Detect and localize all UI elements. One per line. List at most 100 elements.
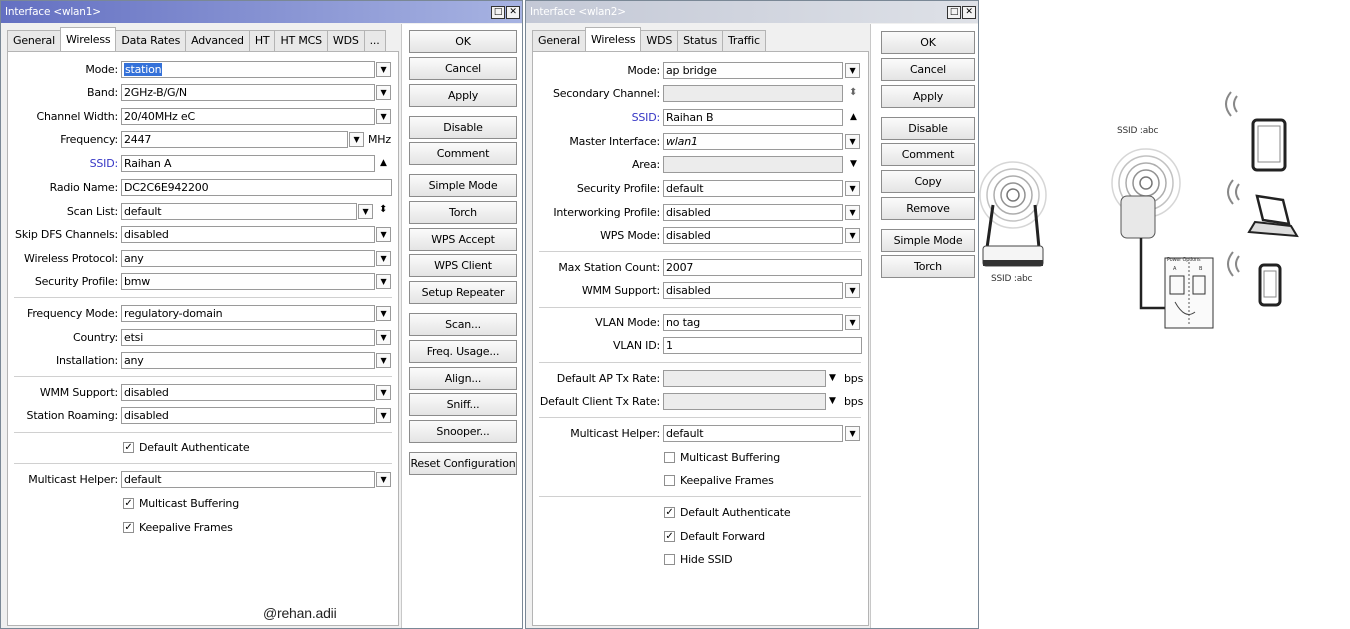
simple-mode-button[interactable]: Simple Mode (881, 229, 975, 252)
dropdown-icon[interactable]: ▼ (845, 426, 860, 441)
tab-wireless[interactable]: Wireless (584, 27, 642, 51)
tab-wireless[interactable]: Wireless (59, 27, 117, 51)
dropdown-icon[interactable]: ▼ (376, 274, 391, 289)
multicast-buffering-checkbox[interactable]: ✓ Multicast Buffering (123, 495, 239, 512)
channel-width-select[interactable]: 20/40MHz eC (121, 108, 375, 125)
default-authenticate-checkbox[interactable]: ✓ Default Authenticate (664, 504, 791, 521)
scan-list-select[interactable]: default (121, 203, 357, 220)
align-button[interactable]: Align... (409, 367, 517, 390)
dropdown-icon[interactable]: ▼ (376, 251, 391, 266)
disable-button[interactable]: Disable (881, 117, 975, 140)
tab-advanced[interactable]: Advanced (185, 30, 250, 52)
keepalive-frames-checkbox[interactable]: Keepalive Frames (664, 472, 774, 489)
master-interface-select[interactable]: wlan1 (663, 133, 843, 150)
dropdown-icon[interactable]: ▼ (376, 353, 391, 368)
torch-button[interactable]: Torch (409, 201, 517, 224)
sniff-button[interactable]: Sniff... (409, 393, 517, 416)
dropdown-icon[interactable]: ▼ (845, 181, 860, 196)
vlan-mode-select[interactable]: no tag (663, 314, 843, 331)
apply-button[interactable]: Apply (409, 84, 517, 107)
tab-traffic[interactable]: Traffic (721, 30, 766, 52)
tab-data-rates[interactable]: Data Rates (115, 30, 187, 52)
torch-button[interactable]: Torch (881, 255, 975, 278)
dropdown-icon[interactable]: ▼ (376, 385, 391, 400)
dropdown-icon[interactable]: ▼ (845, 228, 860, 243)
cancel-button[interactable]: Cancel (881, 58, 975, 81)
setup-repeater-button[interactable]: Setup Repeater (409, 281, 517, 304)
vlan-id-input[interactable]: 1 (663, 337, 862, 354)
ssid-input[interactable]: Raihan A (121, 155, 375, 172)
radio-name-input[interactable]: DC2C6E942200 (121, 179, 392, 196)
dropdown-icon[interactable]: ▼ (845, 63, 860, 78)
multicast-buffering-checkbox[interactable]: Multicast Buffering (664, 449, 780, 466)
maximize-icon[interactable]: □ (491, 5, 505, 19)
close-icon[interactable]: ✕ (962, 5, 976, 19)
dropdown-icon[interactable]: ▼ (349, 132, 364, 147)
ok-button[interactable]: OK (409, 30, 517, 53)
reset-configuration-button[interactable]: Reset Configuration (409, 452, 517, 475)
dropdown-icon[interactable]: ▼ (845, 205, 860, 220)
up-down-icon[interactable]: ⬍ (379, 202, 387, 217)
country-select[interactable]: etsi (121, 329, 375, 346)
tab-general[interactable]: General (7, 30, 61, 52)
dropdown-icon[interactable]: ▼ (845, 134, 860, 149)
maximize-icon[interactable]: □ (947, 5, 961, 19)
station-roaming-select[interactable]: disabled (121, 407, 375, 424)
skip-dfs-select[interactable]: disabled (121, 226, 375, 243)
band-select[interactable]: 2GHz-B/G/N (121, 84, 375, 101)
multicast-helper-select[interactable]: default (121, 471, 375, 488)
simple-mode-button[interactable]: Simple Mode (409, 174, 517, 197)
dropdown-icon[interactable]: ▼ (376, 227, 391, 242)
dropdown-icon[interactable]: ▼ (376, 408, 391, 423)
ssid-input[interactable]: Raihan B (663, 109, 843, 126)
dropdown-icon[interactable]: ▼ (358, 204, 373, 219)
secondary-channel-select[interactable] (663, 85, 843, 102)
default-client-tx-rate-input[interactable] (663, 393, 826, 410)
snooper-button[interactable]: Snooper... (409, 420, 517, 443)
tab-more[interactable]: ... (363, 30, 386, 52)
disable-button[interactable]: Disable (409, 116, 517, 139)
dropdown-icon[interactable]: ▼ (376, 306, 391, 321)
tab-status[interactable]: Status (677, 30, 723, 52)
dropdown-icon[interactable]: ▼ (376, 330, 391, 345)
chevron-down-icon[interactable]: ▼ (850, 157, 857, 172)
security-profile-select[interactable]: default (663, 180, 843, 197)
wps-client-button[interactable]: WPS Client (409, 254, 517, 277)
wireless-protocol-select[interactable]: any (121, 250, 375, 267)
multicast-helper-select[interactable]: default (663, 425, 843, 442)
default-ap-tx-rate-input[interactable] (663, 370, 826, 387)
frequency-mode-select[interactable]: regulatory-domain (121, 305, 375, 322)
wmm-support-select[interactable]: disabled (663, 282, 843, 299)
wmm-support-select[interactable]: disabled (121, 384, 375, 401)
freq-usage-button[interactable]: Freq. Usage... (409, 340, 517, 363)
tab-general[interactable]: General (532, 30, 586, 52)
dropdown-icon[interactable]: ▼ (376, 472, 391, 487)
interworking-profile-select[interactable]: disabled (663, 204, 843, 221)
scan-button[interactable]: Scan... (409, 313, 517, 336)
max-station-count-input[interactable]: 2007 (663, 259, 862, 276)
dropdown-icon[interactable]: ▼ (845, 315, 860, 330)
wps-mode-select[interactable]: disabled (663, 227, 843, 244)
tab-wds[interactable]: WDS (326, 30, 365, 52)
comment-button[interactable]: Comment (409, 142, 517, 165)
area-input[interactable] (663, 156, 843, 173)
dropdown-icon[interactable]: ▼ (845, 283, 860, 298)
mode-select[interactable]: station (121, 61, 375, 78)
tab-ht[interactable]: HT (248, 30, 276, 52)
tab-wds[interactable]: WDS (640, 30, 679, 52)
close-icon[interactable]: ✕ (506, 5, 520, 19)
remove-button[interactable]: Remove (881, 197, 975, 220)
default-authenticate-checkbox[interactable]: ✓ Default Authenticate (123, 439, 250, 456)
chevron-down-icon[interactable]: ▼ (829, 371, 836, 386)
dropdown-icon[interactable]: ▼ (376, 109, 391, 124)
tab-ht-mcs[interactable]: HT MCS (274, 30, 328, 52)
collapse-up-icon[interactable]: ▲ (850, 110, 857, 125)
default-forward-checkbox[interactable]: ✓ Default Forward (664, 528, 765, 545)
copy-button[interactable]: Copy (881, 170, 975, 193)
ok-button[interactable]: OK (881, 31, 975, 54)
security-profile-select[interactable]: bmw (121, 273, 375, 290)
hide-ssid-checkbox[interactable]: Hide SSID (664, 551, 733, 568)
up-down-icon[interactable]: ⬍ (849, 85, 857, 100)
dropdown-icon[interactable]: ▼ (376, 85, 391, 100)
dropdown-icon[interactable]: ▼ (376, 62, 391, 77)
